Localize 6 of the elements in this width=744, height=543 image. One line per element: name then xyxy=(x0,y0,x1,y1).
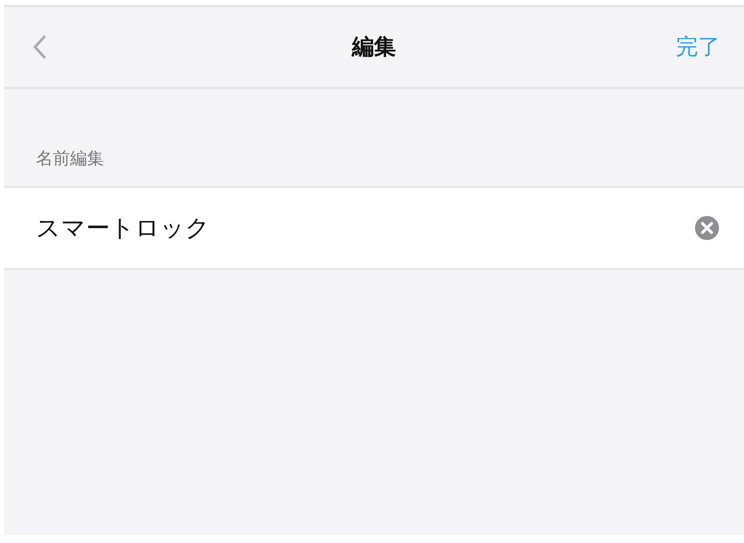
section-header: 名前編集 xyxy=(4,89,744,188)
back-button[interactable] xyxy=(32,34,48,60)
clear-icon[interactable] xyxy=(694,215,720,241)
screen-title: 編集 xyxy=(352,34,396,62)
back-chevron-icon xyxy=(32,34,48,60)
name-field[interactable]: スマートロック xyxy=(36,214,694,242)
